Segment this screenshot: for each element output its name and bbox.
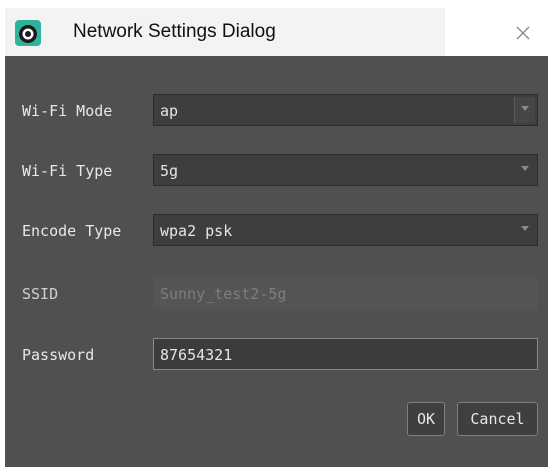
dialog-content: Wi-Fi Mode ap Wi-Fi Type 5g Encode Type [5, 56, 548, 467]
wifi-type-value: 5g [160, 162, 179, 180]
wifi-mode-row: Wi-Fi Mode ap [5, 94, 548, 128]
wifi-type-select[interactable]: 5g [153, 154, 538, 186]
wifi-type-label: Wi-Fi Type [22, 162, 113, 180]
ssid-label: SSID [22, 285, 59, 303]
chevron-down-icon[interactable] [515, 217, 535, 243]
cancel-button[interactable]: Cancel [457, 402, 538, 436]
title-bar: Network Settings Dialog [5, 8, 548, 56]
wifi-type-row: Wi-Fi Type 5g [5, 154, 548, 188]
wifi-mode-select[interactable]: ap [153, 94, 538, 126]
eye-app-icon [15, 20, 41, 46]
ssid-field: Sunny_test2-5g [153, 277, 538, 309]
wifi-mode-value: ap [160, 102, 179, 120]
chevron-down-icon[interactable] [514, 97, 535, 123]
password-value: 87654321 [160, 346, 233, 364]
ok-button[interactable]: OK [407, 402, 445, 436]
encode-type-label: Encode Type [22, 222, 122, 240]
encode-type-select[interactable]: wpa2 psk [153, 214, 538, 246]
wifi-mode-label: Wi-Fi Mode [22, 102, 113, 120]
network-settings-dialog: Network Settings Dialog Wi-Fi Mode ap Wi… [5, 0, 548, 467]
chevron-down-icon[interactable] [515, 157, 535, 183]
encode-type-value: wpa2 psk [160, 222, 233, 240]
password-row: Password 87654321 [5, 338, 548, 372]
ssid-row: SSID Sunny_test2-5g [5, 277, 548, 311]
window-title: Network Settings Dialog [73, 21, 276, 42]
password-label: Password [22, 346, 95, 364]
close-icon[interactable] [510, 20, 536, 46]
password-field[interactable]: 87654321 [153, 338, 538, 370]
ssid-value: Sunny_test2-5g [160, 285, 287, 303]
encode-type-row: Encode Type wpa2 psk [5, 214, 548, 248]
